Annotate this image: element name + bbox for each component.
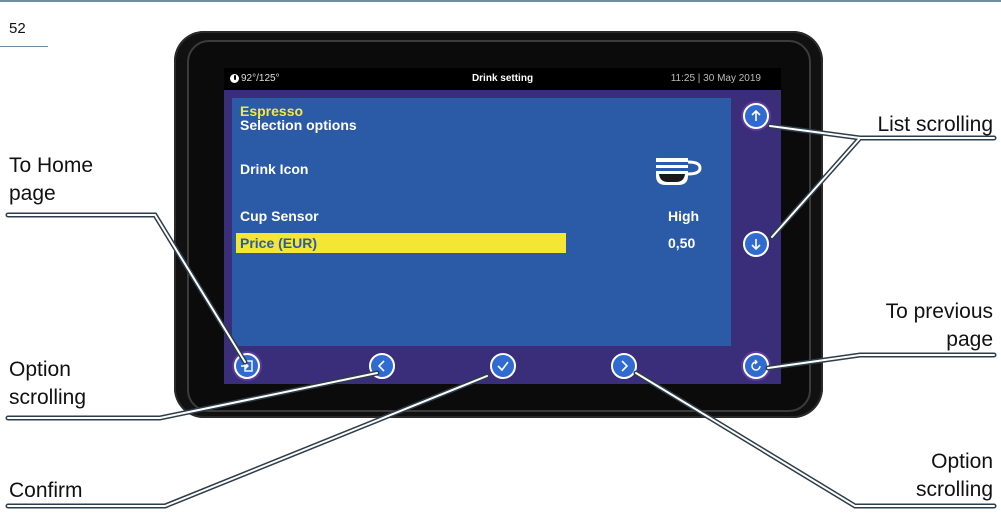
list-scroll-up-button[interactable] xyxy=(743,103,769,129)
setting-label-cup-sensor[interactable]: Cup Sensor xyxy=(240,208,319,224)
confirm-button[interactable] xyxy=(490,353,516,379)
arrow-down-icon xyxy=(751,239,761,251)
setting-label-drink-icon[interactable]: Drink Icon xyxy=(240,161,308,177)
chevron-left-icon xyxy=(377,360,385,372)
arrow-up-icon xyxy=(751,109,761,121)
refresh-arrow-icon xyxy=(751,359,761,371)
callout-confirm: Confirm xyxy=(9,479,83,502)
panel-heading: Selection options xyxy=(240,117,357,133)
chevron-right-icon xyxy=(621,360,629,372)
previous-option-button[interactable] xyxy=(369,353,395,379)
coffee-cup-icon xyxy=(656,158,702,185)
status-bar: 92°/125° Drink setting 11:25 | 30 May 20… xyxy=(224,68,781,90)
callout-list-scrolling: List scrolling xyxy=(877,113,993,136)
list-scroll-down-button[interactable] xyxy=(743,231,769,257)
home-button[interactable] xyxy=(234,353,260,379)
callout-option-scrolling-right: Option scrolling xyxy=(915,450,993,501)
page-number-rule xyxy=(0,46,48,47)
setting-label-price[interactable]: Price (EUR) xyxy=(240,235,317,251)
callout-option-scrolling-left: Option scrolling xyxy=(9,358,87,409)
datetime: 11:25 | 30 May 2019 xyxy=(670,73,761,84)
exit-door-icon xyxy=(241,360,253,372)
page-top-rule xyxy=(0,0,1001,2)
setting-value-cup-sensor: High xyxy=(668,208,700,224)
callout-to-home: To Home page xyxy=(9,154,94,205)
previous-page-button[interactable] xyxy=(743,353,769,379)
callout-to-previous-page: To previous page xyxy=(885,300,993,351)
page-number: 52 xyxy=(9,20,26,37)
next-option-button[interactable] xyxy=(611,353,637,379)
setting-value-price: 0,50 xyxy=(668,235,696,251)
checkmark-icon xyxy=(497,361,509,372)
